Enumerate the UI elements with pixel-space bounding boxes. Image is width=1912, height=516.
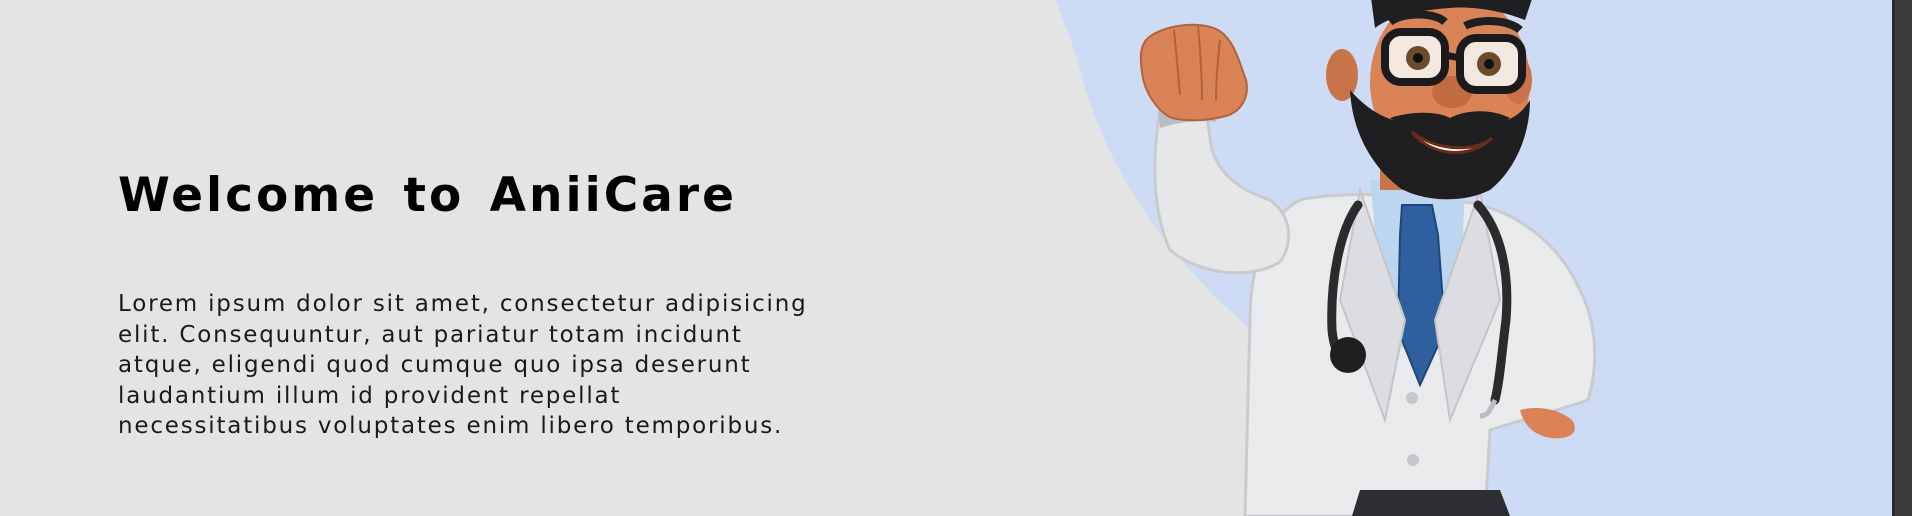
- coat-button: [1407, 454, 1419, 466]
- hero-title: Welcome to AniiCare: [118, 168, 737, 223]
- scrollbar-edge: [1892, 0, 1895, 516]
- trousers-shape: [1352, 490, 1510, 516]
- stethoscope-chestpiece: [1330, 337, 1366, 373]
- hero-description: Lorem ipsum dolor sit amet, consectetur …: [118, 289, 918, 442]
- vertical-scrollbar[interactable]: [1892, 0, 1912, 516]
- hero-description-line: Lorem ipsum dolor sit amet, consectetur …: [118, 291, 808, 317]
- hero-description-line: elit. Consequuntur, aut pariatur totam i…: [118, 321, 743, 348]
- hero-description-line: atque, eligendi quod cumque quo ipsa des…: [118, 352, 752, 378]
- hero-description-line: laudantium illum id provident repellat: [118, 382, 622, 409]
- doctor-cartoon-illustration: [1056, 0, 1892, 516]
- coat-button: [1406, 392, 1418, 404]
- hero-description-line: necessitatibus voluptates enim libero te…: [118, 413, 784, 439]
- hero-section: Welcome to AniiCare Lorem ipsum dolor si…: [0, 0, 1892, 516]
